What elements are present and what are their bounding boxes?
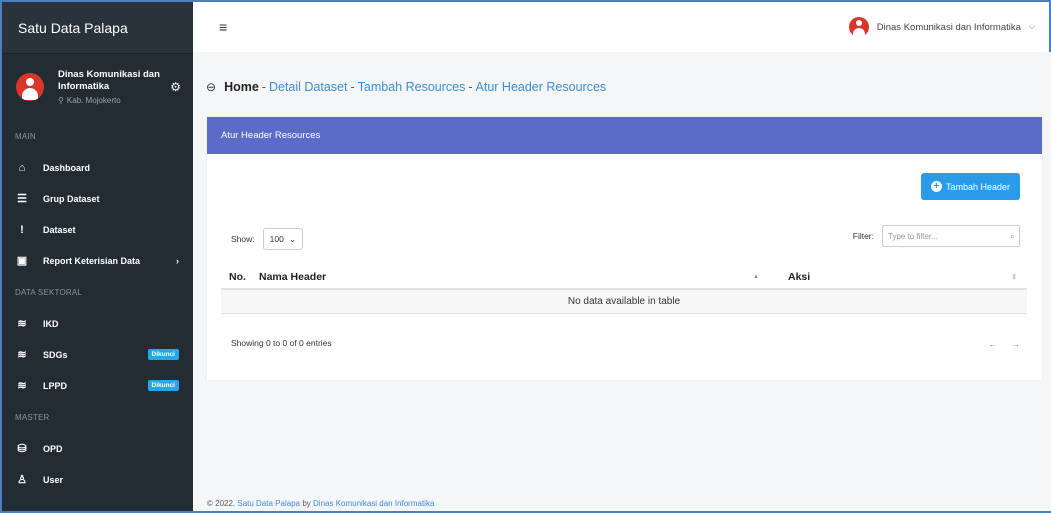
section-data-sektoral: DATA SEKTORAL bbox=[15, 287, 83, 297]
sidebar-item-label: Dashboard bbox=[43, 162, 91, 173]
footer: © 2022. Satu Data Palapa by Dinas Komuni… bbox=[207, 499, 435, 508]
sidebar-item-user[interactable]: ♙ User bbox=[2, 464, 193, 495]
exclamation-icon: ! bbox=[20, 223, 24, 236]
breadcrumb-tambah-resources[interactable]: Tambah Resources bbox=[358, 80, 466, 94]
filter-control: Filter: Type to filter... ⌕ bbox=[853, 225, 1020, 247]
card-title: Atur Header Resources bbox=[207, 117, 1042, 154]
filter-input[interactable]: Type to filter... ⌕ bbox=[882, 225, 1020, 247]
next-page-button[interactable]: → bbox=[1011, 339, 1020, 349]
sidebar: Satu Data Palapa Dinas Komunikasi dan In… bbox=[0, 0, 193, 513]
sort-asc-icon: ▲ bbox=[753, 273, 759, 280]
sidebar-item-dataset[interactable]: ! Dataset bbox=[2, 214, 193, 245]
table-info: Showing 0 to 0 of 0 entries bbox=[231, 338, 332, 348]
footer-org-link[interactable]: Dinas Komunikasi dan Informatika bbox=[313, 499, 434, 508]
sidebar-item-lppd[interactable]: ≋ LPPD Dikunci bbox=[2, 370, 193, 401]
sidebar-item-label: User bbox=[43, 474, 64, 485]
profile-location: Kab. Mojokerto bbox=[66, 96, 121, 105]
sidebar-item-ikd[interactable]: ≋ IKD bbox=[2, 308, 193, 339]
hamburger-menu-icon[interactable]: ≡ bbox=[219, 19, 227, 35]
sidebar-item-grup-dataset[interactable]: ☰ Grup Dataset bbox=[2, 183, 193, 214]
locked-badge: Dikunci bbox=[147, 380, 179, 391]
section-master: MASTER bbox=[15, 412, 50, 422]
sidebar-item-label: SDGs bbox=[43, 349, 68, 360]
show-label: Show: bbox=[231, 234, 255, 244]
footer-app-link[interactable]: Satu Data Palapa bbox=[237, 499, 300, 508]
search-icon: ⌕ bbox=[1009, 230, 1015, 241]
sidebar-item-label: LPPD bbox=[43, 380, 68, 391]
pagination: ← → bbox=[988, 339, 1020, 349]
table-header-row: No. Nama Header ▲ Aksi ⇕ bbox=[221, 265, 1027, 290]
breadcrumb-atur-header[interactable]: Atur Header Resources bbox=[476, 80, 607, 94]
breadcrumb-detail-dataset[interactable]: Detail Dataset bbox=[269, 80, 348, 94]
sidebar-item-report[interactable]: ▣ Report Keterisian Data › bbox=[2, 245, 193, 276]
sort-icon: ⇕ bbox=[1011, 273, 1017, 281]
section-main: MAIN bbox=[15, 131, 36, 141]
back-arrow-icon[interactable]: ⊖ bbox=[206, 80, 216, 94]
locked-badge: Dikunci bbox=[147, 349, 179, 360]
chevron-down-icon: ⌄ bbox=[288, 233, 296, 244]
chevron-right-icon: › bbox=[176, 255, 179, 266]
column-nama-header[interactable]: Nama Header bbox=[259, 271, 705, 283]
report-icon: ▣ bbox=[16, 255, 28, 267]
avatar bbox=[16, 73, 44, 101]
page-length-select[interactable]: 100 ⌄ bbox=[262, 228, 303, 250]
sidebar-item-label: OPD bbox=[43, 443, 63, 454]
avatar bbox=[848, 17, 869, 37]
list-icon: ☰ bbox=[17, 193, 27, 205]
sidebar-item-label: IKD bbox=[43, 318, 59, 329]
location-pin-icon: ⚲ bbox=[58, 96, 64, 105]
user-icon: ♙ bbox=[17, 474, 27, 486]
page-length-control: Show: 100 ⌄ bbox=[231, 228, 303, 250]
gear-icon[interactable]: ⚙ bbox=[170, 80, 181, 94]
layers-icon: ≋ bbox=[17, 380, 27, 392]
filter-label: Filter: bbox=[852, 231, 874, 241]
sidebar-item-label: Dataset bbox=[43, 224, 76, 235]
user-name: Dinas Komunikasi dan Informatika bbox=[876, 21, 1021, 33]
layers-icon: ≋ bbox=[17, 349, 27, 361]
profile-panel: Dinas Komunikasi dan Informatika ⚲ Kab. M… bbox=[2, 54, 193, 120]
topbar: ≡ Dinas Komunikasi dan Informatika ⌵ bbox=[193, 0, 1051, 52]
profile-name: Dinas Komunikasi dan Informatika bbox=[58, 69, 160, 92]
empty-row: No data available in table bbox=[221, 290, 1027, 314]
sidebar-item-label: Report Keterisian Data bbox=[43, 255, 141, 266]
breadcrumb: ⊖ Home - Detail Dataset - Tambah Resourc… bbox=[206, 80, 607, 94]
app-title[interactable]: Satu Data Palapa bbox=[2, 2, 193, 54]
sidebar-item-opd[interactable]: ⛁ OPD bbox=[2, 433, 193, 464]
add-header-button[interactable]: + Tambah Header bbox=[920, 173, 1020, 200]
layers-icon: ≋ bbox=[17, 318, 27, 330]
database-icon: ⛁ bbox=[17, 443, 27, 455]
column-no[interactable]: No. bbox=[221, 271, 259, 283]
column-aksi[interactable]: Aksi bbox=[788, 271, 810, 283]
sidebar-item-sdgs[interactable]: ≋ SDGs Dikunci bbox=[2, 339, 193, 370]
sidebar-item-label: Grup Dataset bbox=[43, 193, 100, 204]
home-icon: ⌂ bbox=[18, 161, 26, 174]
chevron-down-icon: ⌵ bbox=[1028, 22, 1035, 31]
header-table: No. Nama Header ▲ Aksi ⇕ No data availab… bbox=[221, 265, 1027, 314]
user-menu[interactable]: Dinas Komunikasi dan Informatika ⌵ bbox=[848, 17, 1035, 37]
breadcrumb-home[interactable]: Home bbox=[224, 80, 259, 94]
sidebar-item-dashboard[interactable]: ⌂ Dashboard bbox=[2, 152, 193, 183]
prev-page-button[interactable]: ← bbox=[988, 339, 997, 349]
header-resources-card: Atur Header Resources + Tambah Header Sh… bbox=[207, 117, 1042, 380]
plus-circle-icon: + bbox=[930, 181, 942, 192]
